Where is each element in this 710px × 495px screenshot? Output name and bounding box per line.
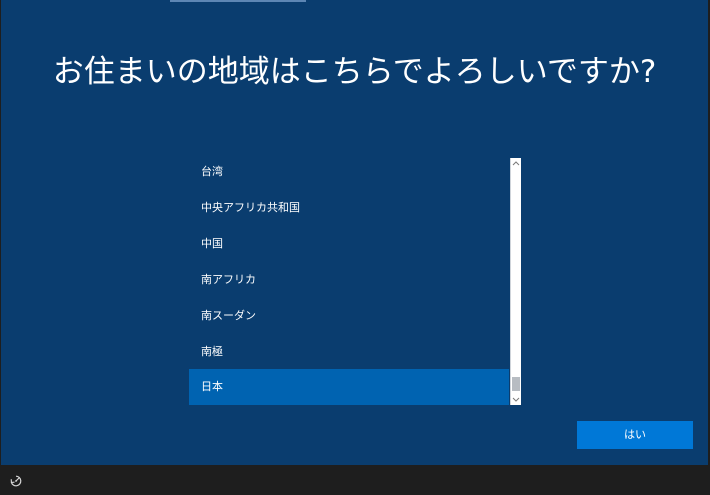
accessibility-icon[interactable] [9, 473, 23, 487]
chevron-up-icon[interactable] [511, 158, 521, 170]
setup-window: お住まいの地域はこちらでよろしいですか? 台湾 中央アフリカ共和国 中国 南アフ… [1, 0, 708, 465]
region-list[interactable]: 台湾 中央アフリカ共和国 中国 南アフリカ 南スーダン 南極 日本 [189, 154, 522, 405]
list-item-south-africa[interactable]: 南アフリカ [189, 262, 509, 298]
list-scrollbar[interactable] [510, 158, 521, 405]
bottom-bar [0, 465, 710, 495]
list-item-south-sudan[interactable]: 南スーダン [189, 298, 509, 334]
list-item-china[interactable]: 中国 [189, 226, 509, 262]
yes-button[interactable]: はい [577, 421, 693, 449]
list-item-antarctica[interactable]: 南極 [189, 334, 509, 370]
list-item-taiwan[interactable]: 台湾 [189, 154, 509, 190]
list-item-central-african-republic[interactable]: 中央アフリカ共和国 [189, 190, 509, 226]
list-item-japan[interactable]: 日本 [189, 369, 509, 405]
chevron-down-icon[interactable] [511, 393, 521, 405]
top-progress-indicator [170, 0, 306, 2]
scrollbar-thumb[interactable] [512, 377, 520, 391]
region-list-items: 台湾 中央アフリカ共和国 中国 南アフリカ 南スーダン 南極 日本 [189, 154, 509, 405]
page-title: お住まいの地域はこちらでよろしいですか? [52, 54, 657, 90]
